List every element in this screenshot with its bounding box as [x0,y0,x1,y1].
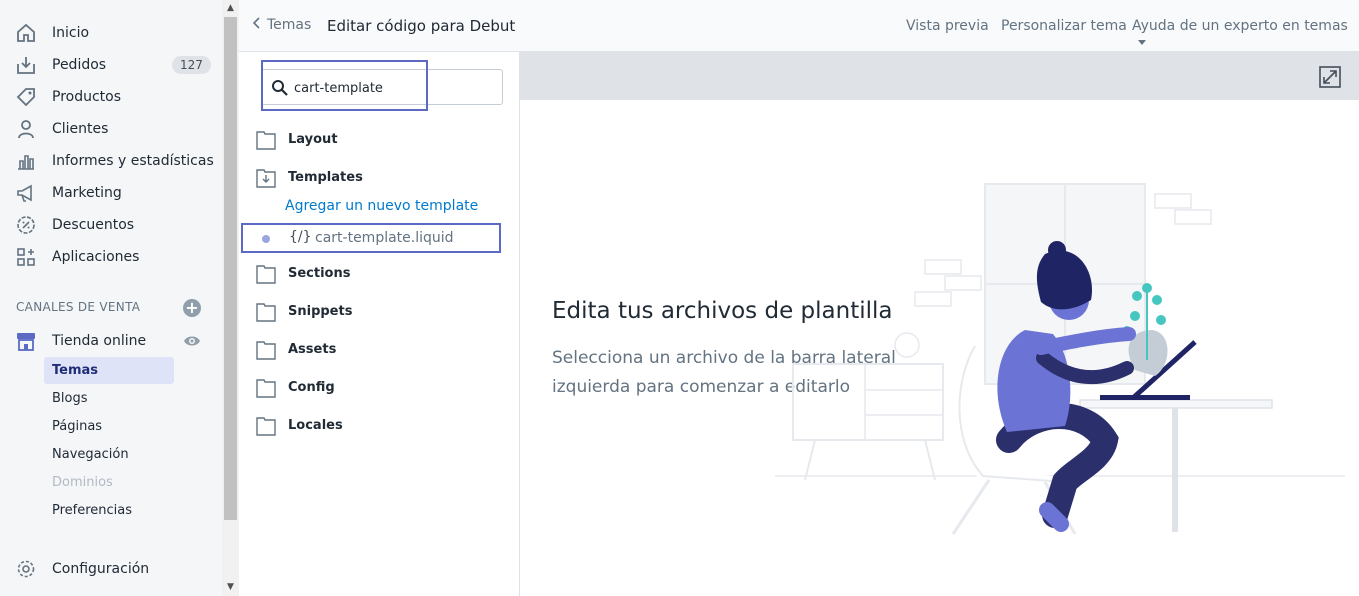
code-editor-area: Edita tus archivos de plantilla Seleccio… [520,52,1359,596]
scroll-up-icon[interactable]: ▲ [222,0,239,17]
sidebar-subitem-navegacion[interactable]: Navegación [44,441,174,468]
sidebar-item-productos[interactable]: Productos [0,81,222,113]
folder-icon [256,378,276,402]
sidebar-item-label: Inicio [52,25,90,41]
sidebar-item-descuentos[interactable]: Descuentos [0,209,222,241]
tag-icon [14,85,38,109]
orders-count-badge: 127 [172,56,211,74]
sidebar-subitem-preferencias[interactable]: Preferencias [44,497,174,524]
folder-label: Snippets [288,304,353,319]
caret-down-icon [1138,34,1146,50]
add-new-template-link[interactable]: Agregar un nuevo template [285,198,478,214]
person-typing-illustration [775,183,1345,535]
sidebar-item-informes[interactable]: Informes y estadísticas [0,145,222,177]
customize-theme-link[interactable]: Personalizar tema [1001,18,1127,34]
editor-toolbar [520,52,1359,100]
preview-link[interactable]: Vista previa [906,18,989,34]
folder-icon [256,264,276,288]
sidebar-item-label: Aplicaciones [52,249,140,265]
sidebar-item-label: Descuentos [52,217,135,233]
sidebar-item-aplicaciones[interactable]: Aplicaciones [0,241,222,273]
scrollbar-thumb[interactable] [224,17,237,520]
folder-label: Layout [288,132,338,147]
sidebar-item-label: Marketing [52,185,122,201]
megaphone-icon [14,181,38,205]
sidebar-item-label: Pedidos [52,57,107,73]
folder-locales[interactable]: Locales [239,410,519,442]
folder-sections[interactable]: Sections [239,258,519,290]
orders-icon [14,53,38,77]
sidebar-item-configuracion[interactable]: Configuración [0,553,222,585]
search-highlight-box [261,60,428,111]
liquid-file-icon: {/} [289,229,312,245]
sidebar-item-clientes[interactable]: Clientes [0,113,222,145]
back-to-themes-link[interactable]: Temas [252,17,312,33]
folder-label: Assets [288,342,337,357]
sidebar-item-inicio[interactable]: Inicio [0,17,222,49]
file-name: cart-template.liquid [315,230,454,246]
folder-icon [256,302,276,326]
folder-label: Locales [288,418,343,433]
scroll-down-icon[interactable]: ▼ [222,579,239,596]
expand-icon[interactable] [1319,66,1341,92]
discount-icon [14,213,38,237]
folder-icon [256,340,276,364]
folder-config[interactable]: Config [239,372,519,404]
folder-label: Templates [288,170,363,185]
folder-templates[interactable]: Templates [239,162,519,194]
apps-icon [14,245,38,269]
folder-assets[interactable]: Assets [239,334,519,366]
bar-chart-icon [14,149,38,173]
sidebar-subitem-blogs[interactable]: Blogs [44,385,174,412]
folder-label: Sections [288,266,351,281]
page-title: Editar código para Debut [327,17,516,35]
folder-icon [256,416,276,440]
file-selected-dot [262,235,270,243]
eye-icon[interactable] [183,333,201,353]
sidebar-item-label: Informes y estadísticas [52,153,214,169]
folder-label: Config [288,380,335,395]
folder-icon [256,130,276,154]
expert-help-label: Ayuda de un experto en temas [1132,18,1348,34]
folder-layout[interactable]: Layout [239,124,519,156]
expert-help-dropdown[interactable]: Ayuda de un experto en temas [1132,18,1359,50]
sidebar-item-pedidos[interactable]: Pedidos 127 [0,49,222,81]
add-sales-channel-icon[interactable]: + [183,299,201,317]
sidebar-item-label: Productos [52,89,122,105]
page-scrollbar[interactable]: ▲ ▼ [222,0,239,596]
home-icon [14,21,38,45]
back-label: Temas [267,17,312,33]
sidebar-subitem-temas[interactable]: Temas [44,357,174,384]
sidebar-item-marketing[interactable]: Marketing [0,177,222,209]
admin-sidebar: Inicio Pedidos 127 Productos Clientes In… [0,0,222,596]
sidebar-subitem-paginas[interactable]: Páginas [44,413,174,440]
user-icon [14,117,38,141]
file-cart-template-liquid[interactable]: {/} cart-template.liquid [241,223,501,253]
sidebar-item-label: Clientes [52,121,109,137]
sidebar-item-label: Tienda online [52,333,147,349]
theme-editor-topbar: Temas Editar código para Debut Vista pre… [239,0,1359,52]
file-tree-panel: Layout Templates Agregar un nuevo templa… [239,52,520,596]
sidebar-subitem-dominios: Dominios [52,475,113,490]
gear-icon [14,557,38,581]
sidebar-item-label: Configuración [52,561,150,577]
store-icon [14,329,38,353]
chevron-left-icon [252,17,261,33]
folder-snippets[interactable]: Snippets [239,296,519,328]
folder-open-icon [256,168,276,192]
sales-channels-heading: CANALES DE VENTA [16,300,141,314]
